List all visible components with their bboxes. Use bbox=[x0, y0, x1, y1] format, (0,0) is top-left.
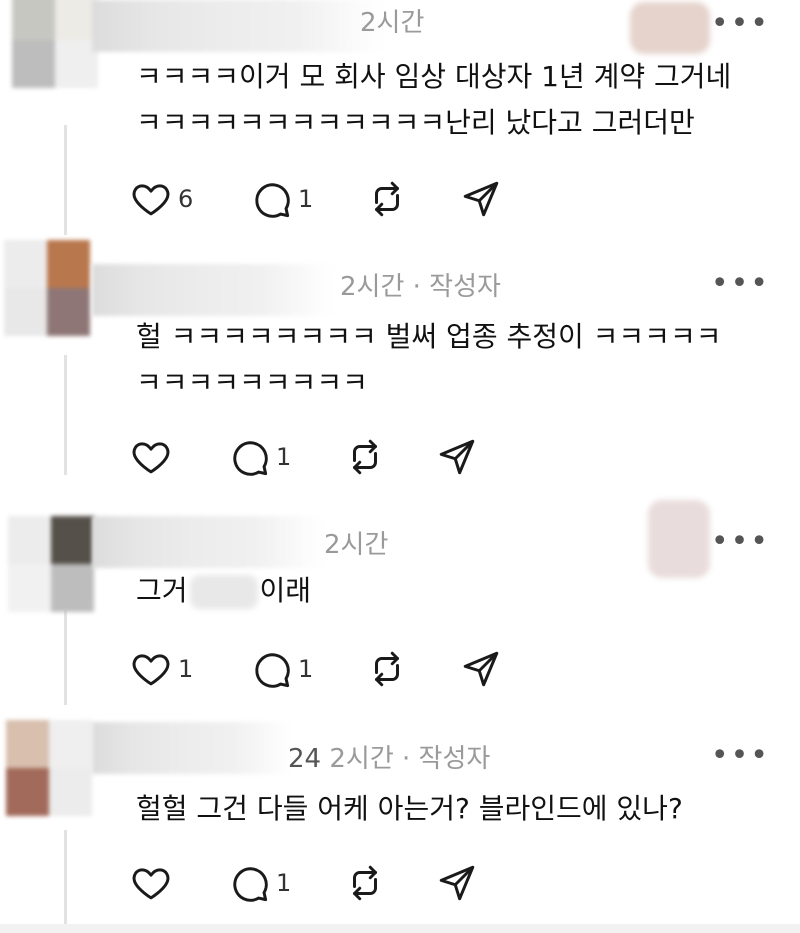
comment-item: 2시간 ••• ㅋㅋㅋㅋ이거 모 회사 임상 대상자 1년 계약 그거네 ㅋㅋㅋ… bbox=[0, 0, 800, 240]
repost-icon bbox=[375, 651, 399, 687]
send-icon bbox=[463, 181, 499, 217]
timestamp: 2시간 bbox=[324, 530, 389, 560]
comment-item: 2시간 ••• 그거 이래 1 1 bbox=[0, 490, 800, 720]
comment-icon bbox=[233, 441, 268, 476]
send-icon bbox=[439, 865, 475, 901]
repost-button[interactable] bbox=[344, 436, 386, 478]
comment-icon bbox=[233, 867, 268, 902]
action-bar: 6 1 bbox=[130, 178, 530, 224]
share-button[interactable] bbox=[436, 436, 478, 478]
like-count: 6 bbox=[178, 185, 194, 213]
action-bar: 1 bbox=[130, 862, 530, 908]
avatar[interactable] bbox=[12, 0, 98, 88]
username-redacted bbox=[92, 516, 322, 568]
reply-count: 1 bbox=[276, 443, 292, 471]
heart-icon bbox=[132, 184, 170, 216]
like-count: 1 bbox=[178, 655, 194, 683]
repost-icon bbox=[353, 865, 377, 901]
more-options-button[interactable]: ••• bbox=[711, 6, 770, 41]
timestamp: 24 2시간 · 작성자 bbox=[288, 738, 490, 775]
send-icon bbox=[463, 651, 499, 687]
reply-button[interactable]: 1 bbox=[228, 862, 291, 904]
heart-icon bbox=[132, 868, 170, 900]
comment-text: 헐헐 그건 다들 어케 아는거? 블라인드에 있나? bbox=[136, 792, 683, 825]
reply-button[interactable]: 1 bbox=[228, 436, 291, 478]
reply-button[interactable]: 1 bbox=[250, 648, 313, 690]
reply-button[interactable]: 1 bbox=[250, 178, 313, 220]
comment-item: 24 2시간 · 작성자 ••• 헐헐 그건 다들 어케 아는거? 블라인드에 … bbox=[0, 712, 800, 924]
username-redacted bbox=[92, 264, 332, 316]
comment-text-end: 이래 bbox=[259, 574, 312, 607]
share-button[interactable] bbox=[436, 862, 478, 904]
send-icon bbox=[439, 439, 475, 475]
share-button[interactable] bbox=[460, 648, 502, 690]
heart-icon bbox=[132, 442, 170, 474]
bottom-edge bbox=[0, 924, 800, 933]
avatar[interactable] bbox=[4, 240, 90, 336]
like-button[interactable] bbox=[130, 862, 178, 904]
username-redacted bbox=[92, 0, 382, 52]
share-button[interactable] bbox=[460, 178, 502, 220]
repost-icon bbox=[375, 181, 399, 217]
timestamp: 2시간 · 작성자 bbox=[340, 272, 501, 302]
more-options-button[interactable]: ••• bbox=[711, 524, 770, 559]
avatar[interactable] bbox=[8, 516, 94, 612]
repost-icon bbox=[353, 439, 377, 475]
reply-count: 1 bbox=[298, 185, 314, 213]
comment-text: 그거 이래 bbox=[136, 566, 311, 616]
comment-text: ㅋㅋㅋㅋㅋㅋㅋㅋㅋ bbox=[136, 366, 368, 399]
comment-text: 헐 ㅋㅋㅋㅋㅋㅋㅋㅋ 벌써 업종 추정이 ㅋㅋㅋㅋㅋ bbox=[136, 320, 722, 353]
comment-item: 2시간 · 작성자 ••• 헐 ㅋㅋㅋㅋㅋㅋㅋㅋ 벌써 업종 추정이 ㅋㅋㅋㅋㅋ… bbox=[0, 240, 800, 500]
redacted-image bbox=[630, 2, 710, 54]
comment-icon bbox=[255, 183, 290, 218]
redacted-word bbox=[189, 575, 258, 609]
more-options-button[interactable]: ••• bbox=[711, 738, 770, 773]
more-options-button[interactable]: ••• bbox=[711, 266, 770, 301]
timestamp-text: 2시간 · 작성자 bbox=[329, 744, 491, 774]
comment-text: ㅋㅋㅋㅋㅋㅋㅋㅋㅋㅋㅋㅋ난리 났다고 그러더만 bbox=[136, 106, 695, 139]
reply-count: 1 bbox=[276, 869, 292, 897]
action-bar: 1 bbox=[130, 436, 530, 482]
redacted-image bbox=[648, 500, 710, 578]
repost-button[interactable] bbox=[366, 648, 408, 690]
like-button[interactable] bbox=[130, 436, 178, 478]
comment-icon bbox=[255, 653, 290, 688]
like-button[interactable]: 6 bbox=[130, 178, 193, 220]
avatar[interactable] bbox=[6, 720, 92, 816]
reply-count: 1 bbox=[298, 655, 314, 683]
action-bar: 1 1 bbox=[130, 648, 530, 694]
username-suffix: 24 bbox=[288, 744, 322, 774]
heart-icon bbox=[132, 654, 170, 686]
repost-button[interactable] bbox=[366, 178, 408, 220]
comment-text: ㅋㅋㅋㅋ이거 모 회사 임상 대상자 1년 계약 그거네 bbox=[136, 60, 732, 93]
timestamp: 2시간 bbox=[360, 8, 425, 38]
like-button[interactable]: 1 bbox=[130, 648, 193, 690]
repost-button[interactable] bbox=[344, 862, 386, 904]
username-redacted bbox=[92, 722, 292, 774]
comment-text-start: 그거 bbox=[136, 574, 188, 607]
